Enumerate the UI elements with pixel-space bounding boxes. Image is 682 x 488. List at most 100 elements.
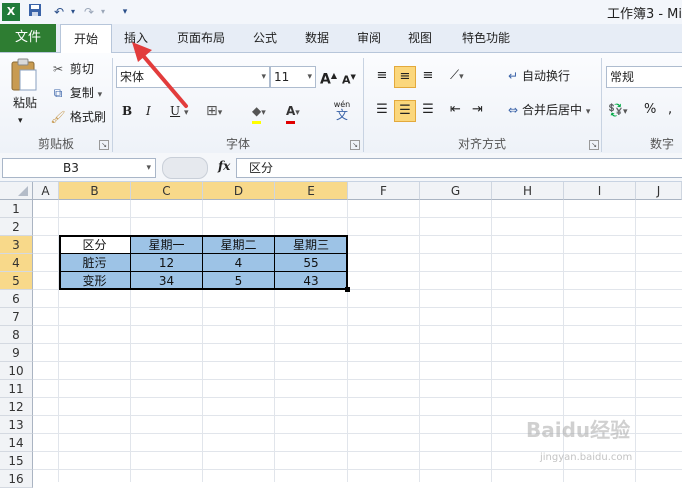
row-header-6[interactable]: 6 <box>0 290 33 308</box>
column-header-d[interactable]: D <box>203 182 275 200</box>
font-color-icon: A <box>286 101 296 124</box>
tab-formulas[interactable]: 公式 <box>243 24 287 52</box>
font-launcher-icon[interactable]: ↘ <box>350 140 360 150</box>
currency-icon: 💱 <box>608 103 623 117</box>
column-header-a[interactable]: A <box>33 182 59 200</box>
row-header-13[interactable]: 13 <box>0 416 33 434</box>
table-cell[interactable]: 4 <box>203 254 275 272</box>
table-cell[interactable]: 5 <box>203 272 275 290</box>
row-header-11[interactable]: 11 <box>0 380 33 398</box>
borders-button[interactable]: ⊞▾ <box>206 101 222 121</box>
increase-indent-icon[interactable]: ⇥ <box>472 100 483 120</box>
phonetic-guide-button[interactable]: wén 文 <box>328 99 356 121</box>
tab-file[interactable]: 文件 <box>0 24 56 52</box>
align-center-icon[interactable]: ☰ <box>394 100 416 122</box>
formula-bar-splitter[interactable] <box>162 157 208 179</box>
row-header-16[interactable]: 16 <box>0 470 33 488</box>
align-right-icon[interactable]: ☰ <box>418 100 438 120</box>
insert-function-icon[interactable]: fx <box>218 159 230 173</box>
row-header-14[interactable]: 14 <box>0 434 33 452</box>
tab-special-features[interactable]: 特色功能 <box>452 24 520 52</box>
row-header-15[interactable]: 15 <box>0 452 33 470</box>
decrease-indent-icon[interactable]: ⇤ <box>450 100 461 120</box>
column-header-j[interactable]: J <box>636 182 682 200</box>
copy-dropdown-icon[interactable]: ▾ <box>98 90 103 100</box>
table-cell[interactable]: 变形 <box>59 272 131 290</box>
merge-center-label: 合并后居中 <box>522 103 583 117</box>
align-left-icon[interactable]: ☰ <box>372 100 392 120</box>
grow-font-button[interactable]: A▲ <box>320 66 337 88</box>
table-header-cell[interactable]: 星期一 <box>131 236 203 254</box>
clipboard-launcher-icon[interactable]: ↘ <box>99 140 109 150</box>
row-header-10[interactable]: 10 <box>0 362 33 380</box>
table-cell[interactable]: 55 <box>275 254 348 272</box>
column-header-i[interactable]: I <box>564 182 636 200</box>
align-top-icon[interactable]: ≡ <box>372 66 392 86</box>
font-size-select[interactable]: 11 ▾ <box>270 66 316 88</box>
column-header-h[interactable]: H <box>492 182 564 200</box>
grid-line <box>491 200 492 482</box>
row-header-8[interactable]: 8 <box>0 326 33 344</box>
table-header-cell[interactable]: 星期三 <box>275 236 348 254</box>
comma-style-button[interactable]: , <box>668 100 672 120</box>
save-icon[interactable] <box>26 3 44 21</box>
table-header-cell[interactable]: 区分 <box>59 236 131 254</box>
table-header-cell[interactable]: 星期二 <box>203 236 275 254</box>
customize-qat-icon[interactable]: ▾ <box>116 3 134 21</box>
chevron-down-icon: ▾ <box>622 107 628 117</box>
phonetic-char: 文 <box>335 108 348 122</box>
redo-dropdown-icon[interactable]: ▾ <box>94 3 112 21</box>
column-header-f[interactable]: F <box>348 182 420 200</box>
table-cell[interactable]: 34 <box>131 272 203 290</box>
fill-bucket-icon: ◆ <box>252 101 262 124</box>
column-header-g[interactable]: G <box>420 182 492 200</box>
excel-logo-icon[interactable]: X <box>2 3 20 21</box>
tab-view[interactable]: 视图 <box>398 24 442 52</box>
currency-format-button[interactable]: 💱▾ <box>608 100 627 120</box>
clipboard-group-label: 剪贴板 <box>37 137 74 151</box>
cut-button[interactable]: ✂ 剪切 <box>50 59 94 79</box>
formula-input[interactable]: 区分 <box>236 158 682 178</box>
row-header-1[interactable]: 1 <box>0 200 33 218</box>
font-group-label: 字体 <box>225 137 250 151</box>
fill-handle[interactable] <box>345 287 350 292</box>
tab-home[interactable]: 开始 <box>60 24 112 54</box>
shrink-font-button[interactable]: A▼ <box>342 67 356 87</box>
paste-button[interactable]: 粘贴 <box>10 93 40 113</box>
tab-review[interactable]: 审阅 <box>347 24 391 52</box>
paste-dropdown-icon[interactable]: ▾ <box>18 111 23 131</box>
column-header-c[interactable]: C <box>131 182 203 200</box>
align-bottom-icon[interactable]: ≡ <box>418 66 438 86</box>
align-middle-icon[interactable]: ≡ <box>394 66 416 88</box>
name-box[interactable]: B3 ▾ <box>2 158 156 178</box>
orientation-icon[interactable]: ⟋▾ <box>450 66 464 86</box>
copy-button[interactable]: ⧉ 复制 ▾ <box>50 83 103 103</box>
row-header-7[interactable]: 7 <box>0 308 33 326</box>
table-cell[interactable]: 脏污 <box>59 254 131 272</box>
merge-center-button[interactable]: ⇔ 合并后居中 ▾ <box>504 100 590 120</box>
tab-data[interactable]: 数据 <box>295 24 339 52</box>
table-cell[interactable]: 12 <box>131 254 203 272</box>
alignment-launcher-icon[interactable]: ↘ <box>589 140 599 150</box>
font-size-value: 11 <box>274 70 290 84</box>
cut-label: 剪切 <box>69 62 94 76</box>
wrap-text-button[interactable]: ↵ 自动换行 <box>504 66 570 86</box>
column-header-e[interactable]: E <box>275 182 348 200</box>
table-cell[interactable]: 43 <box>275 272 348 290</box>
percent-button[interactable]: % <box>644 100 656 120</box>
row-header-3[interactable]: 3 <box>0 236 33 254</box>
row-header-12[interactable]: 12 <box>0 398 33 416</box>
number-format-select[interactable]: 常规 <box>606 66 682 88</box>
grid-line <box>33 307 682 308</box>
row-header-2[interactable]: 2 <box>0 218 33 236</box>
select-all-corner[interactable] <box>0 182 33 200</box>
row-header-9[interactable]: 9 <box>0 344 33 362</box>
row-header-4[interactable]: 4 <box>0 254 33 272</box>
paste-icon[interactable] <box>8 58 40 94</box>
format-painter-button[interactable]: 🖌 格式刷 <box>50 107 105 127</box>
column-header-b[interactable]: B <box>59 182 131 200</box>
font-color-button[interactable]: A▾ <box>286 101 300 124</box>
alignment-group-label: 对齐方式 <box>457 137 506 151</box>
fill-color-button[interactable]: ◆▾ <box>252 101 266 124</box>
row-header-5[interactable]: 5 <box>0 272 33 290</box>
